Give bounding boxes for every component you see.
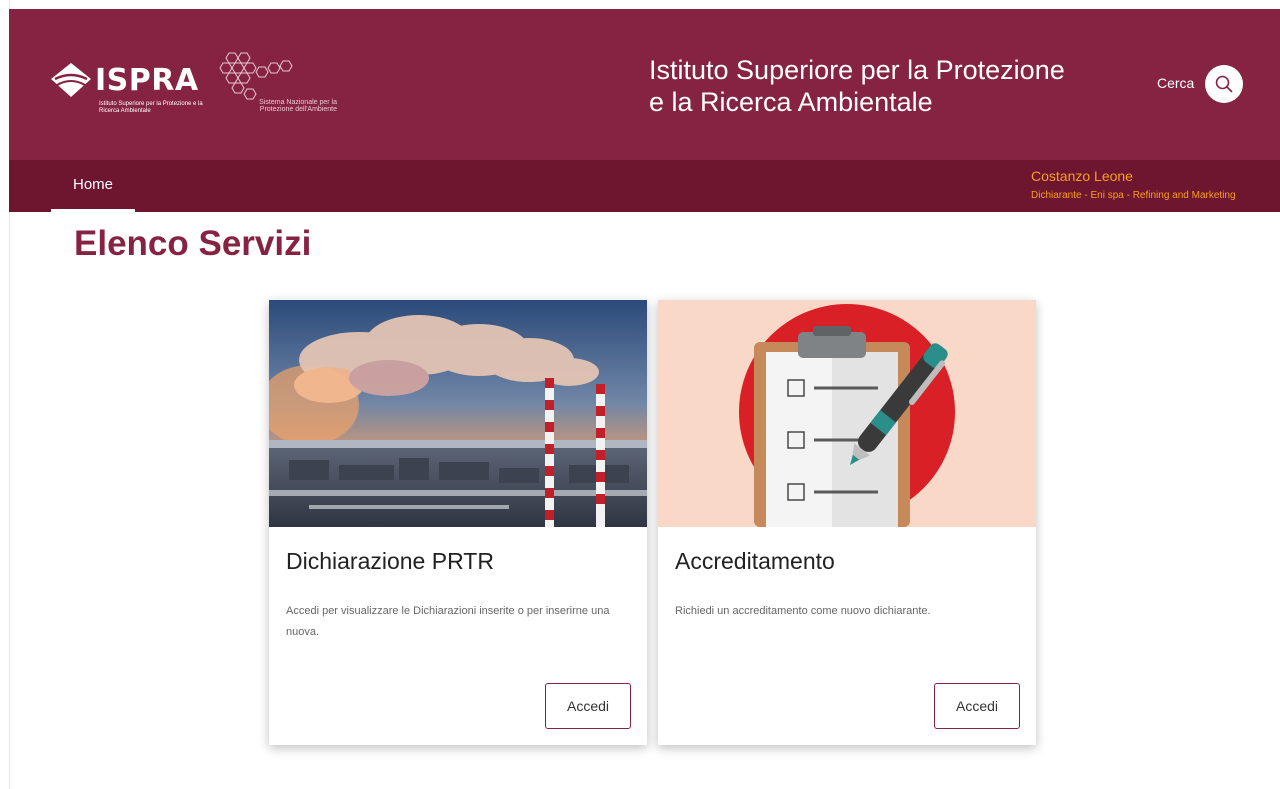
nav-item-home-label: Home <box>72 176 113 193</box>
service-card-accreditamento: Accreditamento Richiedi un accreditament… <box>658 300 1036 745</box>
card-title: Dichiarazione PRTR <box>286 548 494 574</box>
card-title: Accreditamento <box>675 548 835 574</box>
ispra-diamond-icon <box>51 63 91 97</box>
main-navbar: Home Costanzo Leone Dichiarante - Eni sp… <box>9 160 1280 212</box>
page-title: Elenco Servizi <box>74 224 312 263</box>
accedi-prtr-button[interactable]: Accedi <box>545 683 631 729</box>
ispra-brand-text: ISPRA <box>95 63 199 98</box>
site-title-line-1: Istituto Superiore per la Protezione <box>649 55 1065 85</box>
accedi-accreditamento-button[interactable]: Accedi <box>934 683 1020 729</box>
search-icon <box>1215 75 1233 93</box>
card-description: Accedi per visualizzare le Dichiarazioni… <box>286 605 610 638</box>
search-button[interactable] <box>1205 65 1243 103</box>
search-label[interactable]: Cerca <box>1157 75 1194 91</box>
snpa-text: Sistema Nazionale per la Protezione dell… <box>259 99 337 113</box>
user-name[interactable]: Costanzo Leone <box>1031 168 1133 184</box>
nav-active-indicator <box>51 209 135 212</box>
site-title: Istituto Superiore per la Protezione e l… <box>649 54 1129 118</box>
ispra-logo[interactable]: ISPRA Istituto Superiore per la Protezio… <box>49 61 209 131</box>
nav-item-home[interactable]: Home <box>51 160 135 212</box>
industrial-smokestacks-image <box>269 300 647 527</box>
card-description: Richiedi un accreditamento come nuovo di… <box>675 605 931 617</box>
site-header: ISPRA Istituto Superiore per la Protezio… <box>9 9 1280 160</box>
clipboard-checklist-image <box>658 300 1036 527</box>
service-card-prtr: Dichiarazione PRTR Accedi per visualizza… <box>269 300 647 745</box>
snpa-logo[interactable]: Sistema Nazionale per la Protezione dell… <box>217 49 337 129</box>
site-title-line-2: e la Ricerca Ambientale <box>649 87 933 117</box>
ispra-subtitle: Istituto Superiore per la Protezione e l… <box>99 101 203 114</box>
user-role: Dichiarante - Eni spa - Refining and Mar… <box>1031 190 1236 201</box>
